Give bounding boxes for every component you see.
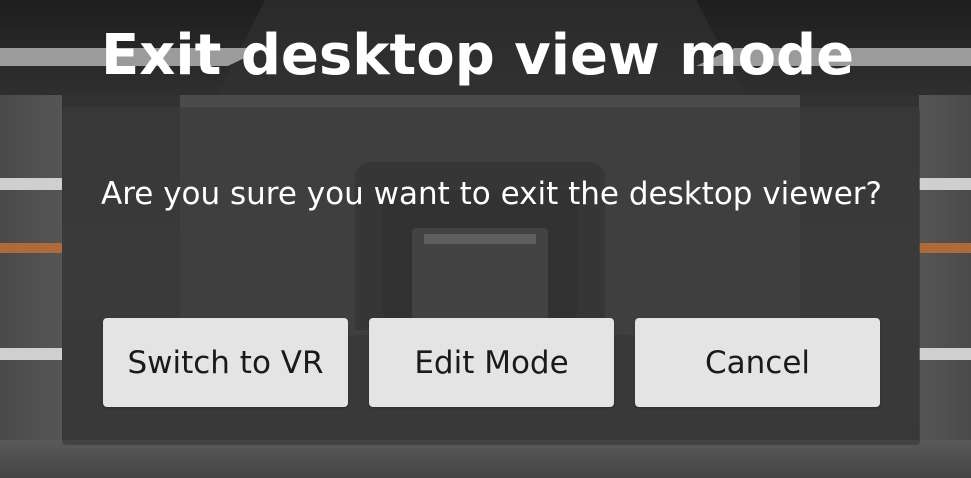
wall-accent-strip [919,243,971,253]
vr-environment-background: Exit desktop view mode Are you sure you … [0,0,971,478]
corridor-wall-right [919,95,971,478]
corridor-wall-left [0,95,62,478]
cancel-button[interactable]: Cancel [635,318,880,407]
dialog-message: Are you sure you want to exit the deskto… [101,176,882,212]
dialog-title: Exit desktop view mode [101,23,855,88]
wall-accent-strip [0,243,62,253]
wall-light-strip [0,348,62,360]
corridor-floor [0,440,971,478]
wall-light-strip [919,178,971,190]
edit-mode-button[interactable]: Edit Mode [369,318,614,407]
switch-to-vr-button[interactable]: Switch to VR [103,318,348,407]
wall-light-strip [919,348,971,360]
wall-light-strip [0,178,62,190]
